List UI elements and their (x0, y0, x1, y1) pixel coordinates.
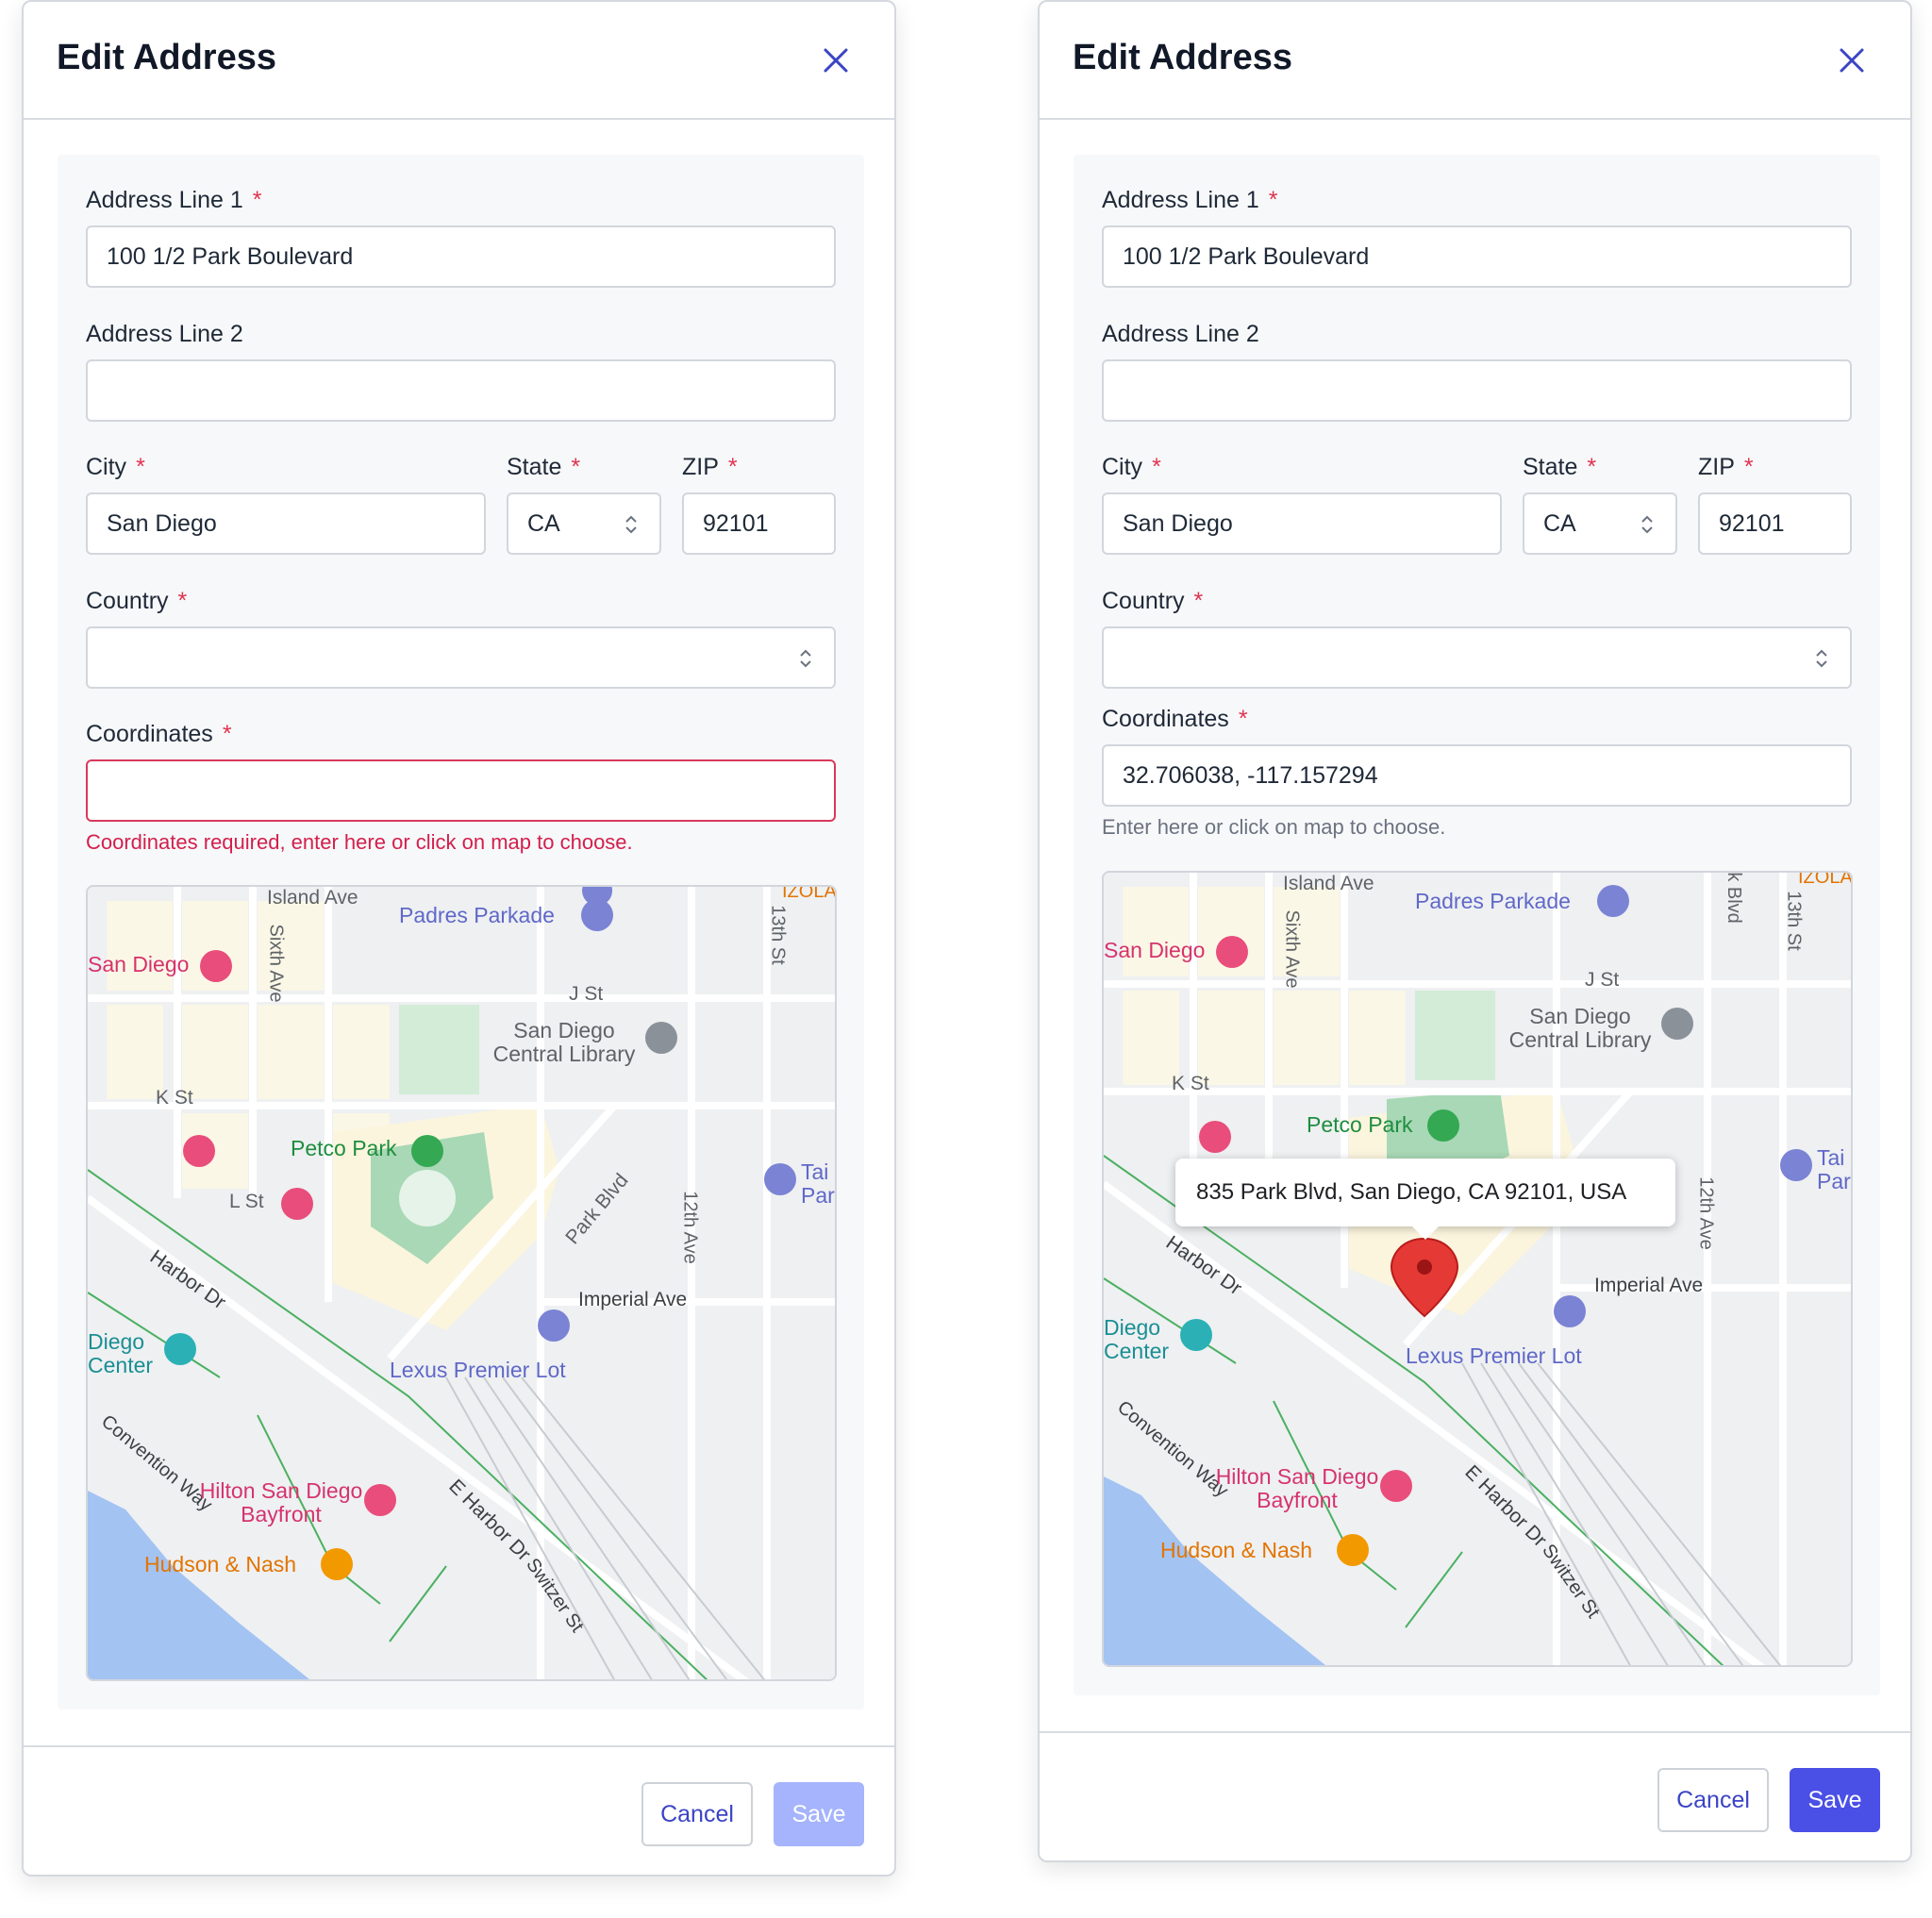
address-line1-label: Address Line 1 * (1102, 187, 1278, 213)
address-line2-input[interactable] (86, 359, 836, 422)
zip-label: ZIP * (1698, 454, 1754, 480)
city-input[interactable]: San Diego (1102, 492, 1502, 555)
edit-address-dialog-error: Edit Address Address Line 1 * 100 1/2 Par… (22, 0, 896, 1876)
map-poi-label[interactable]: Padres Parkade (399, 903, 555, 927)
coordinates-hint: Enter here or click on map to choose. (1102, 815, 1446, 839)
coordinates-label: Coordinates * (1102, 706, 1248, 732)
dialog-title: Edit Address (57, 38, 276, 77)
form-panel: Address Line 1 * 100 1/2 Park Boulevard A… (58, 155, 864, 1710)
state-select[interactable]: CA (507, 492, 661, 555)
address-line2-label: Address Line 2 (1102, 321, 1259, 347)
map-poi-label[interactable]: IZOLA (782, 887, 835, 902)
map-street-label: J St (1585, 969, 1620, 991)
map-poi-label[interactable]: Diego Center (88, 1329, 173, 1378)
map-poi-label[interactable]: Lexus Premier Lot (1406, 1343, 1582, 1368)
map-street-label: Sixth Ave (1281, 909, 1303, 989)
map-poi-label[interactable]: San Diego Central Library (484, 1018, 644, 1067)
coordinates-error-message: Coordinates required, enter here or clic… (86, 830, 633, 854)
address-line2-label: Address Line 2 (86, 321, 243, 347)
dialog-header: Edit Address (24, 2, 894, 120)
map-poi-label[interactable]: San Diego (88, 952, 189, 976)
dialog-title: Edit Address (1073, 38, 1292, 77)
map-poi-label[interactable]: Petco Park (1307, 1112, 1413, 1137)
map-street-label: Park Blvd (1723, 871, 1744, 924)
map-poi-label[interactable]: Hudson & Nash (144, 1552, 296, 1576)
map-street-label: K St (1172, 1073, 1209, 1094)
state-value: CA (527, 509, 560, 537)
cancel-button[interactable]: Cancel (641, 1782, 753, 1846)
map-poi-label[interactable]: Diego Center (1104, 1315, 1189, 1364)
coordinates-input[interactable] (86, 759, 836, 822)
close-button[interactable] (1831, 40, 1873, 81)
city-input[interactable]: San Diego (86, 492, 486, 555)
marker-address-popup: 835 Park Blvd, San Diego, CA 92101, USA (1175, 1159, 1675, 1240)
address-line2-input[interactable] (1102, 359, 1852, 422)
map-street-label: L St (229, 1191, 264, 1212)
map-street-label: 13th St (1783, 891, 1805, 951)
close-icon (824, 48, 848, 73)
state-label: State * (1523, 454, 1597, 480)
map-street-label: J St (569, 983, 604, 1005)
save-button-disabled[interactable]: Save (774, 1782, 864, 1846)
dialog-footer: Cancel Save (24, 1745, 894, 1875)
city-label: City * (1102, 454, 1161, 480)
form-panel: Address Line 1 * 100 1/2 Park Boulevard A… (1074, 155, 1880, 1695)
map-street-label: 12th Ave (679, 1191, 701, 1264)
coordinates-input[interactable]: 32.706038, -117.157294 (1102, 744, 1852, 807)
map-street-label: Island Ave (1283, 873, 1374, 894)
map-street-label: Imperial Ave (578, 1289, 688, 1310)
map-poi-label[interactable]: Lexus Premier Lot (390, 1358, 566, 1382)
map-poi-label[interactable]: Padres Parkade (1415, 889, 1571, 913)
state-select[interactable]: CA (1523, 492, 1677, 555)
dialog-header: Edit Address (1040, 2, 1910, 120)
coordinates-label: Coordinates * (86, 721, 232, 747)
map-picker[interactable]: Island Ave Sixth Ave J St K St L St Park… (86, 885, 837, 1681)
address-line1-input[interactable]: 100 1/2 Park Boulevard (86, 225, 836, 288)
map-street-label: 12th Ave (1695, 1176, 1717, 1250)
cancel-button[interactable]: Cancel (1657, 1768, 1769, 1832)
map-poi-label[interactable]: Tai Par (1817, 1145, 1851, 1194)
zip-input[interactable]: 92101 (1698, 492, 1852, 555)
map-picker[interactable]: Island Ave Sixth Ave J St K St Park Blvd… (1102, 871, 1853, 1667)
state-label: State * (507, 454, 581, 480)
map-street-label: Imperial Ave (1594, 1275, 1704, 1296)
map-poi-label[interactable]: San Diego Central Library (1500, 1004, 1660, 1053)
country-label: Country * (1102, 588, 1204, 614)
state-value: CA (1543, 509, 1576, 537)
zip-label: ZIP * (682, 454, 738, 480)
map-street-label: 13th St (767, 905, 789, 965)
map-poi-label[interactable]: Tai Par (801, 1159, 835, 1209)
map-poi-label[interactable]: Hilton San Diego Bayfront (1208, 1464, 1387, 1513)
country-select[interactable] (1102, 626, 1852, 689)
save-button[interactable]: Save (1790, 1768, 1880, 1832)
map-street-label: Island Ave (267, 887, 358, 909)
chevron-updown-icon (1816, 649, 1827, 668)
close-button[interactable] (815, 40, 857, 81)
chevron-updown-icon (800, 649, 811, 668)
chevron-updown-icon (625, 515, 637, 534)
dialog-footer: Cancel Save (1040, 1731, 1910, 1860)
address-line1-input[interactable]: 100 1/2 Park Boulevard (1102, 225, 1852, 288)
address-line1-label: Address Line 1 * (86, 187, 262, 213)
country-label: Country * (86, 588, 188, 614)
close-icon (1840, 48, 1864, 73)
map-street-label: Sixth Ave (265, 924, 287, 1003)
edit-address-dialog-filled: Edit Address Address Line 1 * 100 1/2 Par… (1038, 0, 1912, 1862)
zip-input[interactable]: 92101 (682, 492, 836, 555)
map-poi-label[interactable]: Hudson & Nash (1160, 1538, 1312, 1562)
map-poi-label[interactable]: San Diego (1104, 938, 1205, 962)
map-poi-label[interactable]: Hilton San Diego Bayfront (192, 1478, 371, 1527)
map-poi-label[interactable]: Petco Park (291, 1136, 397, 1160)
map-poi-label[interactable]: IZOLA (1798, 873, 1851, 888)
chevron-updown-icon (1641, 515, 1653, 534)
map-street-label: K St (156, 1087, 193, 1109)
city-label: City * (86, 454, 145, 480)
country-select[interactable] (86, 626, 836, 689)
